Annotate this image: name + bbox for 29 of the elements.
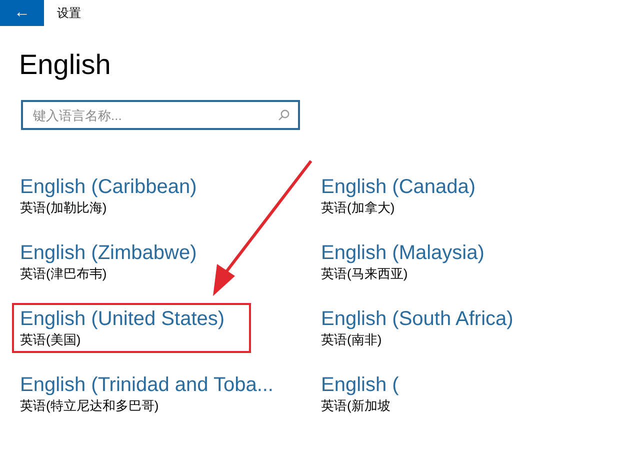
language-item[interactable]: English ( 英语(新加坡	[313, 369, 425, 419]
language-name: English (Trinidad and Toba...	[20, 373, 274, 397]
language-name: English (Malaysia)	[321, 241, 484, 265]
language-name: English (Caribbean)	[20, 175, 197, 199]
language-item[interactable]: English (United States) 英语(美国)	[12, 303, 251, 353]
language-native-name: 英语(美国)	[20, 331, 82, 349]
language-item[interactable]: English (Malaysia) 英语(马来西亚)	[313, 237, 510, 287]
language-native-name: 英语(新加坡	[321, 397, 392, 415]
back-button[interactable]: ←	[0, 0, 44, 26]
language-native-name: 英语(加拿大)	[321, 199, 396, 217]
language-name: English (South Africa)	[321, 307, 514, 331]
language-native-name: 英语(津巴布韦)	[20, 265, 108, 283]
language-item[interactable]: English (Trinidad and Toba... 英语(特立尼达和多巴哥)	[12, 369, 300, 419]
search-icon	[278, 109, 290, 121]
language-item[interactable]: English (Canada) 英语(加拿大)	[313, 171, 502, 221]
language-item[interactable]: English (Caribbean) 英语(加勒比海)	[12, 171, 223, 221]
language-native-name: 英语(特立尼达和多巴哥)	[20, 397, 160, 415]
language-native-name: 英语(加勒比海)	[20, 199, 108, 217]
language-native-name: 英语(南非)	[321, 331, 383, 349]
search-field[interactable]: 键入语言名称...	[21, 100, 300, 130]
language-native-name: 英语(马来西亚)	[321, 265, 409, 283]
language-name: English (Zimbabwe)	[20, 241, 197, 265]
language-name: English (Canada)	[321, 175, 476, 199]
language-name: English (United States)	[20, 307, 225, 331]
language-name: English (	[321, 373, 399, 397]
window-title: 设置	[57, 5, 81, 22]
page-title: English	[19, 48, 111, 82]
language-item[interactable]: English (Zimbabwe) 英语(津巴布韦)	[12, 237, 223, 287]
language-item[interactable]: English (South Africa) 英语(南非)	[313, 303, 540, 353]
